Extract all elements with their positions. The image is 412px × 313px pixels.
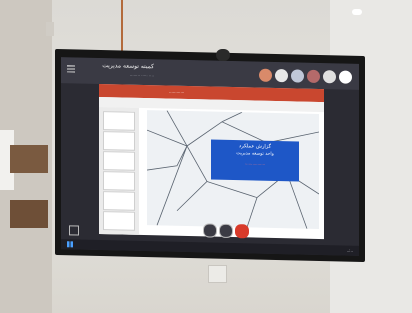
tray-clock: ..:.. — [346, 247, 353, 253]
slide-thumbnail[interactable] — [103, 111, 135, 131]
camera-toggle-icon[interactable] — [219, 223, 233, 239]
slide-thumbnail[interactable] — [103, 191, 135, 211]
end-call-icon[interactable] — [235, 224, 249, 239]
webcam-icon — [216, 49, 230, 61]
tv-monitor: کمیته توسعه مدیریت ........ ..... .... .… — [55, 49, 365, 263]
shared-presentation-window: ............ گزارش عملکرد واحد توسعه مدی… — [99, 83, 324, 240]
fullscreen-icon[interactable] — [69, 225, 79, 236]
tv-screen: کمیته توسعه مدیریت ........ ..... .... .… — [61, 57, 359, 256]
slide-thumbnail[interactable] — [103, 131, 135, 151]
slide-thumbnails — [99, 106, 139, 235]
windows-start-icon[interactable] — [67, 241, 73, 248]
participant-avatar[interactable] — [339, 70, 352, 84]
slide-note: ................ — [244, 160, 266, 166]
meeting-subtitle: ........ ..... .... — [129, 71, 154, 78]
meeting-title: کمیته توسعه مدیریت — [102, 62, 154, 71]
wall-switch — [46, 22, 54, 36]
microphone-icon[interactable] — [203, 223, 217, 238]
participant-avatar[interactable] — [323, 70, 336, 84]
hamburger-icon[interactable] — [67, 65, 75, 73]
ceiling-light — [352, 9, 362, 15]
wood-panel-upper — [10, 145, 48, 173]
slide-heading: گزارش عملکرد — [239, 143, 271, 150]
participant-avatar[interactable] — [307, 69, 320, 84]
hanging-cable — [118, 0, 128, 52]
slide-thumbnail[interactable] — [103, 211, 135, 231]
slide-thumbnail[interactable] — [103, 171, 135, 191]
participant-avatar[interactable] — [259, 68, 272, 82]
current-slide: گزارش عملکرد واحد توسعه مدیریت .........… — [147, 110, 319, 229]
ppt-window-title: ............ — [169, 88, 185, 94]
windows-taskbar: ..:.. — [61, 239, 359, 256]
participant-avatar[interactable] — [275, 68, 288, 83]
meeting-controls — [201, 223, 261, 239]
slide-title-box: گزارش عملکرد واحد توسعه مدیریت .........… — [211, 139, 299, 182]
slide-subheading: واحد توسعه مدیریت — [236, 151, 274, 157]
wall-socket — [208, 265, 227, 283]
wood-panel-lower — [10, 200, 48, 228]
slide-thumbnail[interactable] — [103, 151, 135, 171]
participant-avatar[interactable] — [291, 69, 304, 83]
